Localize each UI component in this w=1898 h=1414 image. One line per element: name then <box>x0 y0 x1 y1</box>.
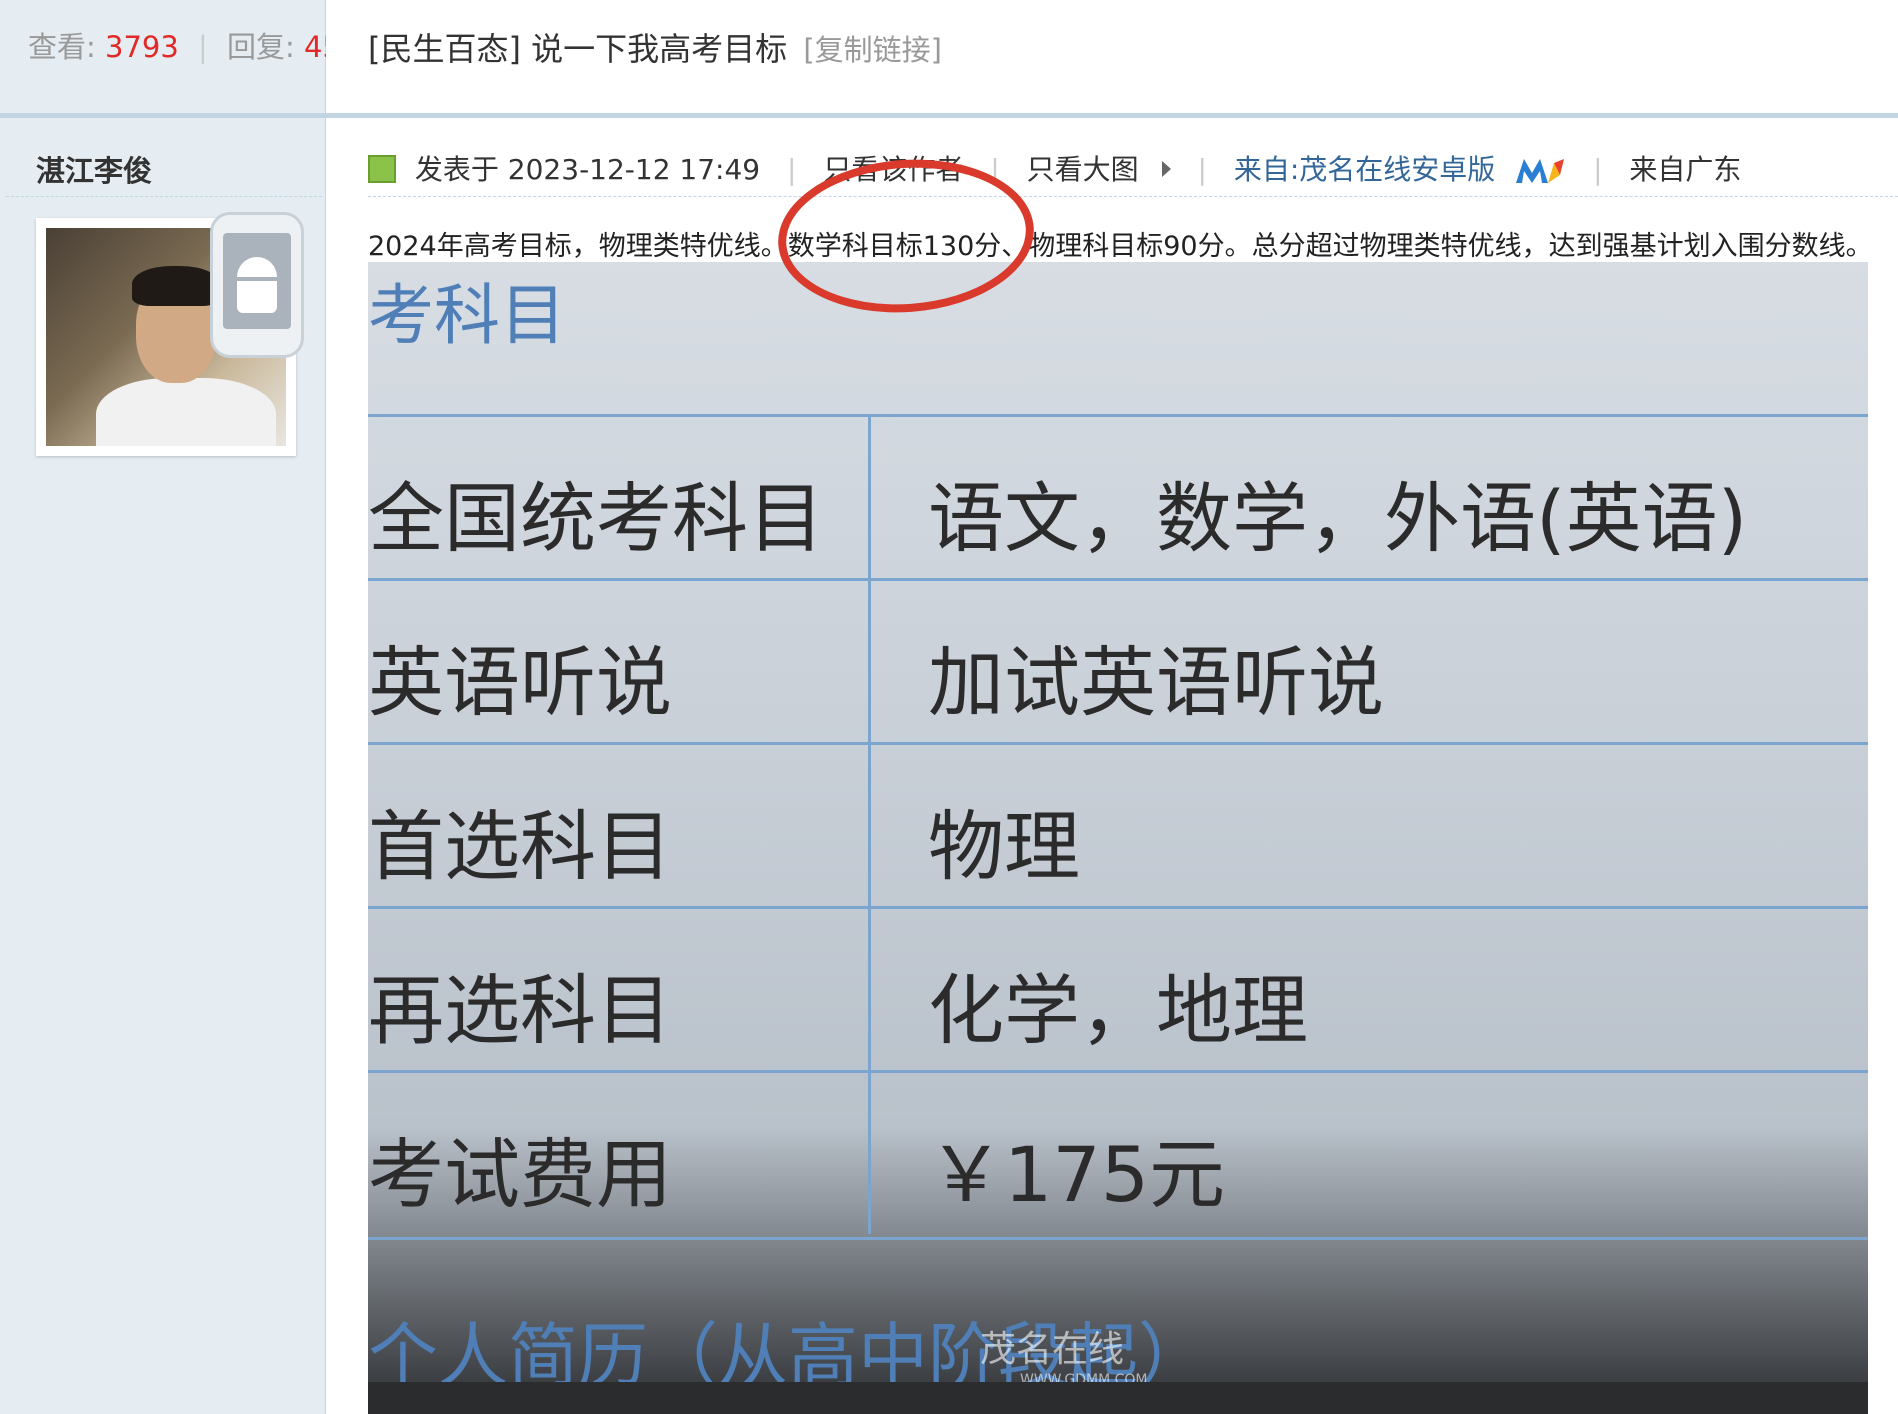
photo-heading: 考科目 <box>368 277 566 354</box>
meta-separator: | <box>787 153 797 186</box>
online-status-icon <box>368 155 396 183</box>
table-row: 英语听说 加试英语听说 <box>368 578 1868 745</box>
watermark: 茂名在线 WWW.GDMM.COM <box>980 1320 1147 1388</box>
copy-link-button[interactable]: [复制链接] <box>803 33 942 67</box>
app-logo-icon <box>1516 159 1565 183</box>
row-value: 化学，地理 <box>928 966 1308 1055</box>
location-text: 来自广东 <box>1629 153 1742 186</box>
meta-separator: | <box>1197 153 1207 186</box>
post-meta: 发表于 2023-12-12 17:49 | 只看该作者 | 只看大图 | 来自… <box>368 148 1741 188</box>
table-row: 再选科目 化学，地理 <box>368 906 1868 1073</box>
stats-bar: 查看: 3793 | 回复: 45 <box>0 0 341 118</box>
watermark-text: 茂名在线 <box>980 1329 1125 1370</box>
photo-bottom-edge <box>368 1382 1868 1414</box>
views-label: 查看: <box>28 30 96 64</box>
author-divider <box>6 196 322 197</box>
android-icon <box>210 212 304 358</box>
views-count: 3793 <box>105 30 179 64</box>
row-label: 首选科目 <box>368 802 672 891</box>
table-row: 全国统考科目 语文，数学，外语(英语) <box>368 414 1868 581</box>
author-sidebar: 查看: 3793 | 回复: 45 湛江李俊 <box>0 0 341 1414</box>
post-image[interactable]: 考科目 全国统考科目 语文，数学，外语(英语) 英语听说 加试英语听说 首选科目… <box>368 262 1868 1414</box>
table-row: 首选科目 物理 <box>368 742 1868 909</box>
stats-separator: | <box>198 30 208 64</box>
row-label: 考试费用 <box>368 1130 672 1219</box>
row-value: 物理 <box>928 802 1080 891</box>
post-text: 2024年高考目标，物理类特优线。数学科目标130分、物理科目标90分。总分超过… <box>368 231 1873 262</box>
post-date: 发表于 2023-12-12 17:49 <box>414 153 761 186</box>
thread-title-bar: [民生百态] 说一下我高考目标 [复制链接] <box>326 0 1898 118</box>
only-large-images-link[interactable]: 只看大图 <box>1027 153 1139 186</box>
thread-stats: 查看: 3793 | 回复: 45 <box>28 24 341 66</box>
row-value: 加试英语听说 <box>928 638 1384 727</box>
thread-title-text: [民生百态] 说一下我高考目标 <box>368 30 788 68</box>
meta-separator: | <box>1593 153 1603 186</box>
photo-table: 全国统考科目 语文，数学，外语(英语) 英语听说 加试英语听说 首选科目 物理 … <box>368 414 1868 1240</box>
row-label: 再选科目 <box>368 966 672 1055</box>
author-name-link[interactable]: 湛江李俊 <box>36 148 152 190</box>
row-value: ￥175元 <box>928 1130 1226 1219</box>
meta-divider <box>368 196 1898 197</box>
source-app-link[interactable]: 来自:茂名在线安卓版 <box>1234 153 1495 186</box>
replies-label: 回复: <box>227 30 295 64</box>
row-label: 全国统考科目 <box>368 474 824 563</box>
row-label: 英语听说 <box>368 638 672 727</box>
thread-title: [民生百态] 说一下我高考目标 [复制链接] <box>368 24 942 70</box>
row-value: 语文，数学，外语(英语) <box>928 474 1748 563</box>
triangle-right-icon <box>1161 161 1171 177</box>
table-row: 考试费用 ￥175元 <box>368 1070 1868 1240</box>
